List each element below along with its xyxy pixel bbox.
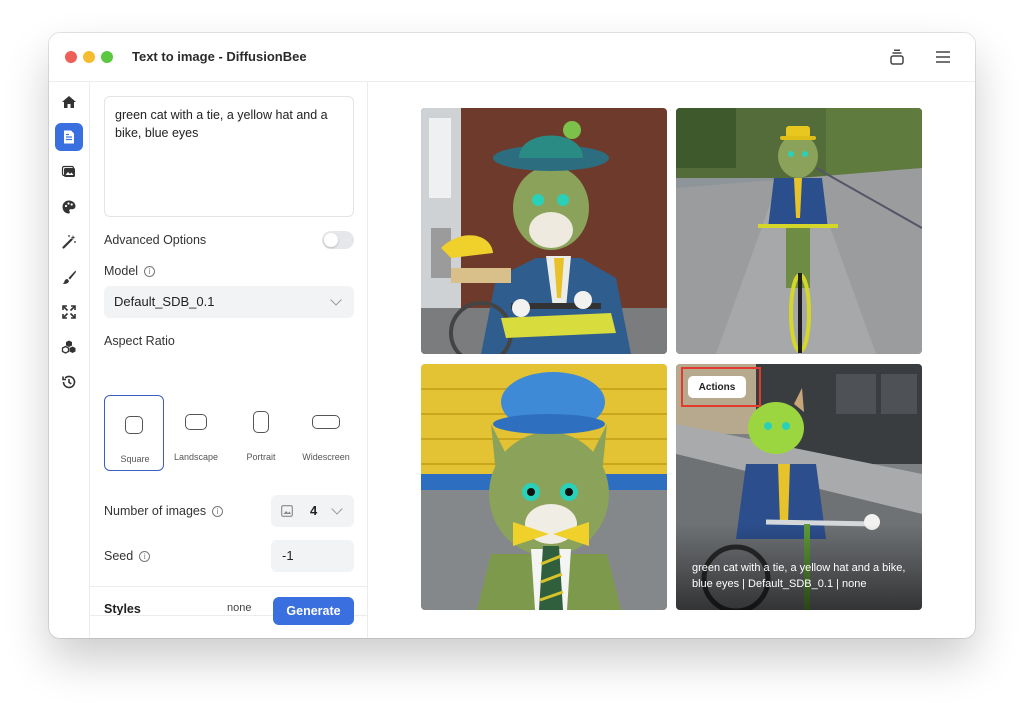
generated-image-4[interactable]: Actions green cat with a tie, a yellow h…: [676, 364, 922, 610]
title-bar: Text to image - DiffusionBee: [49, 33, 975, 82]
seed-label: Seed: [104, 549, 134, 563]
home-icon[interactable]: [55, 88, 83, 116]
chevron-down-icon: [331, 503, 343, 515]
model-value: Default_SDB_0.1: [114, 294, 215, 309]
results-area: Actions green cat with a tie, a yellow h…: [368, 82, 975, 638]
aspect-landscape-option[interactable]: Landscape: [166, 395, 226, 471]
generate-button[interactable]: Generate: [273, 597, 354, 625]
model-select[interactable]: Default_SDB_0.1: [104, 286, 354, 318]
aspect-portrait-label: Portrait: [246, 452, 276, 462]
palette-icon[interactable]: [55, 193, 83, 221]
info-icon[interactable]: i: [144, 266, 156, 278]
info-icon[interactable]: i: [212, 506, 224, 518]
seed-value: -1: [282, 548, 294, 563]
image-icon: [281, 505, 293, 517]
chevron-down-icon: [330, 294, 342, 306]
history-icon[interactable]: [55, 368, 83, 396]
stack-icon[interactable]: [886, 46, 908, 68]
app-window: Text to image - DiffusionBee green cat w…: [49, 33, 975, 638]
models-icon[interactable]: [55, 333, 83, 361]
generated-image-2[interactable]: [676, 108, 922, 354]
aspect-ratio-label: Aspect Ratio: [104, 334, 175, 348]
info-icon[interactable]: i: [139, 551, 151, 563]
generated-image-3[interactable]: [421, 364, 667, 610]
seed-label-row: Seed i: [104, 549, 151, 563]
upscale-icon[interactable]: [55, 298, 83, 326]
portrait-shape-icon: [253, 411, 269, 433]
hamburger-menu-icon[interactable]: [932, 46, 954, 68]
styles-label: Styles: [104, 602, 141, 616]
styles-value[interactable]: none: [227, 602, 251, 614]
model-label: Model: [104, 264, 139, 278]
brush-icon[interactable]: [55, 263, 83, 291]
aspect-square-option[interactable]: Square: [104, 395, 164, 471]
aspect-portrait-option[interactable]: Portrait: [231, 395, 291, 471]
seed-input[interactable]: -1: [271, 540, 354, 572]
actions-button[interactable]: Actions: [688, 376, 746, 398]
num-images-label-row: Number of images i: [104, 504, 224, 518]
aspect-square-label: Square: [120, 454, 150, 464]
num-images-select[interactable]: 4: [271, 495, 354, 527]
num-images-label: Number of images: [104, 504, 207, 518]
toggle-knob: [324, 233, 338, 247]
minimize-window-button[interactable]: [83, 51, 95, 63]
image-caption: green cat with a tie, a yellow hat and a…: [692, 562, 906, 590]
settings-panel: green cat with a tie, a yellow hat and a…: [90, 82, 368, 638]
window-title: Text to image - DiffusionBee: [132, 49, 307, 64]
aspect-landscape-label: Landscape: [173, 452, 219, 462]
advanced-options-label: Advanced Options: [104, 233, 207, 247]
close-window-button[interactable]: [65, 51, 77, 63]
aspect-widescreen-label: Widescreen: [302, 452, 350, 462]
magic-wand-icon[interactable]: [55, 228, 83, 256]
panel-divider: [90, 586, 368, 587]
model-label-row: Model i: [104, 264, 156, 278]
num-images-value: 4: [310, 503, 318, 518]
image-to-image-icon[interactable]: [55, 158, 83, 186]
landscape-shape-icon: [185, 414, 207, 430]
text-to-image-icon[interactable]: [55, 123, 83, 151]
prompt-input[interactable]: green cat with a tie, a yellow hat and a…: [104, 96, 354, 217]
widescreen-shape-icon: [312, 415, 340, 429]
navigation-rail: [49, 82, 90, 638]
aspect-widescreen-option[interactable]: Widescreen: [296, 395, 356, 471]
square-shape-icon: [125, 416, 143, 434]
zoom-window-button[interactable]: [101, 51, 113, 63]
generated-image-1[interactable]: [421, 108, 667, 354]
advanced-options-toggle[interactable]: [322, 231, 354, 249]
